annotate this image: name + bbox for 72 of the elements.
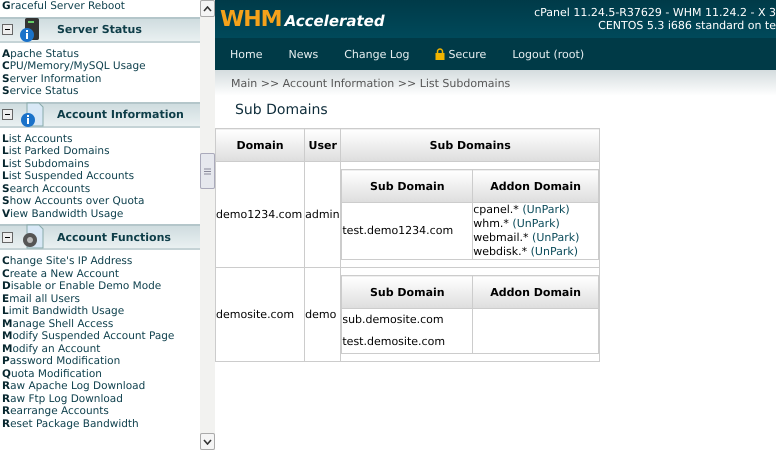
nav-link[interactable]: Home [230, 48, 262, 60]
subdomain-text: sub.demosite.com [342, 312, 445, 328]
addon-domain-text: cpanel.* (UnPark) [473, 203, 571, 217]
lock-icon [435, 48, 446, 60]
minus-icon [4, 111, 11, 118]
version-text: cPanel 11.24.5-R37629 - WHM 11.24.2 - X 3 [534, 6, 776, 19]
scroll-thumb[interactable] [200, 153, 215, 189]
sidebar-link[interactable]: List Suspended Accounts [0, 170, 200, 182]
sidebar-link[interactable]: Graceful Server Reboot [0, 0, 200, 12]
nav-link[interactable]: Secure [435, 48, 486, 60]
section-title: Account Functions [57, 230, 171, 244]
column-header: User [304, 128, 341, 162]
sidebar-link[interactable]: Server Information [0, 72, 200, 85]
sidebar-link[interactable]: Change Site's IP Address [0, 255, 200, 268]
logo-text: WHM [220, 6, 282, 32]
column-header: Sub Domain [342, 170, 473, 202]
collapse-toggle[interactable] [2, 232, 13, 242]
sidebar-link[interactable]: List Parked Domains [0, 145, 200, 158]
sidebar-link[interactable]: Password Modification [0, 355, 200, 368]
os-text: CENTOS 5.3 i686 standard on te [598, 19, 776, 32]
document-info-icon [19, 102, 45, 128]
sidebar-link[interactable]: List Accounts [0, 132, 200, 145]
sidebar-link[interactable]: Modify Suspended Account Page [0, 330, 200, 342]
scroll-down-button[interactable] [200, 433, 215, 450]
sidebar-link[interactable]: Show Accounts over Quota [0, 195, 200, 208]
scroll-up-button[interactable] [200, 0, 215, 17]
grip-icon [204, 168, 211, 174]
sidebar-link[interactable]: Apache Status [0, 48, 200, 60]
sidebar-link[interactable]: Modify an Account [0, 342, 200, 355]
unpark-link[interactable]: (UnPark) [530, 245, 578, 258]
nav-link[interactable]: Change Log [344, 48, 410, 60]
collapse-toggle[interactable] [2, 24, 13, 35]
logo-subtitle: Accelerated [284, 12, 385, 30]
unpark-link[interactable]: (UnPark) [512, 217, 560, 230]
sidebar-link[interactable]: Reset Package Bandwidth [0, 418, 200, 430]
table-cell: demo1234.com [216, 162, 305, 268]
subdomain-text: test.demosite.com [342, 334, 446, 350]
sidebar-link[interactable]: Disable or Enable Demo Mode [0, 280, 200, 292]
sidebar-link[interactable]: Rearrange Accounts [0, 405, 200, 418]
sidebar-link[interactable]: Raw Ftp Log Download [0, 392, 200, 405]
sidebar-link[interactable]: Raw Apache Log Download [0, 380, 200, 392]
sidebar-link[interactable]: View Bandwidth Usage [0, 208, 200, 220]
sidebar-link[interactable]: Service Status [0, 85, 200, 98]
addon-domain-text: webdisk.* (UnPark) [473, 245, 580, 259]
section-title: Server Status [57, 23, 142, 36]
page-title: Sub Domains [234, 101, 329, 120]
section-title: Account Information [57, 108, 184, 121]
sidebar-link[interactable]: Email all Users [0, 292, 200, 305]
column-header: Sub Domains [340, 128, 600, 162]
sidebar-link[interactable]: Search Accounts [0, 182, 200, 195]
nav-link[interactable]: News [288, 48, 318, 60]
addon-domain-text: whm.* (UnPark) [473, 217, 561, 231]
unpark-link[interactable]: (UnPark) [532, 231, 580, 244]
sidebar-link[interactable]: Limit Bandwidth Usage [0, 305, 200, 318]
column-header: Domain [216, 128, 305, 162]
sidebar-link[interactable]: Manage Shell Access [0, 318, 200, 330]
sidebar-link[interactable]: CPU/Memory/MySQL Usage [0, 60, 200, 72]
breadcrumb: Main >> Account Information >> List Subdomains [215, 70, 776, 96]
subdomain-text: test.demo1234.com [342, 224, 454, 238]
scrollbar[interactable] [200, 0, 215, 450]
unpark-link[interactable]: (UnPark) [522, 203, 570, 216]
collapse-toggle[interactable] [2, 109, 13, 120]
nav-link[interactable]: Logout (root) [512, 48, 584, 60]
sidebar-link[interactable]: List Subdomains [0, 158, 200, 170]
column-header: Sub Domain [342, 276, 473, 308]
table-cell: demosite.com [216, 268, 305, 362]
sidebar-link[interactable]: Quota Modification [0, 368, 200, 380]
column-header: Addon Domain [472, 170, 598, 202]
addon-domain-text: webmail.* (UnPark) [473, 231, 580, 245]
sidebar-link[interactable]: Create a New Account [0, 268, 200, 280]
minus-icon [4, 26, 11, 33]
column-header: Addon Domain [472, 276, 598, 308]
